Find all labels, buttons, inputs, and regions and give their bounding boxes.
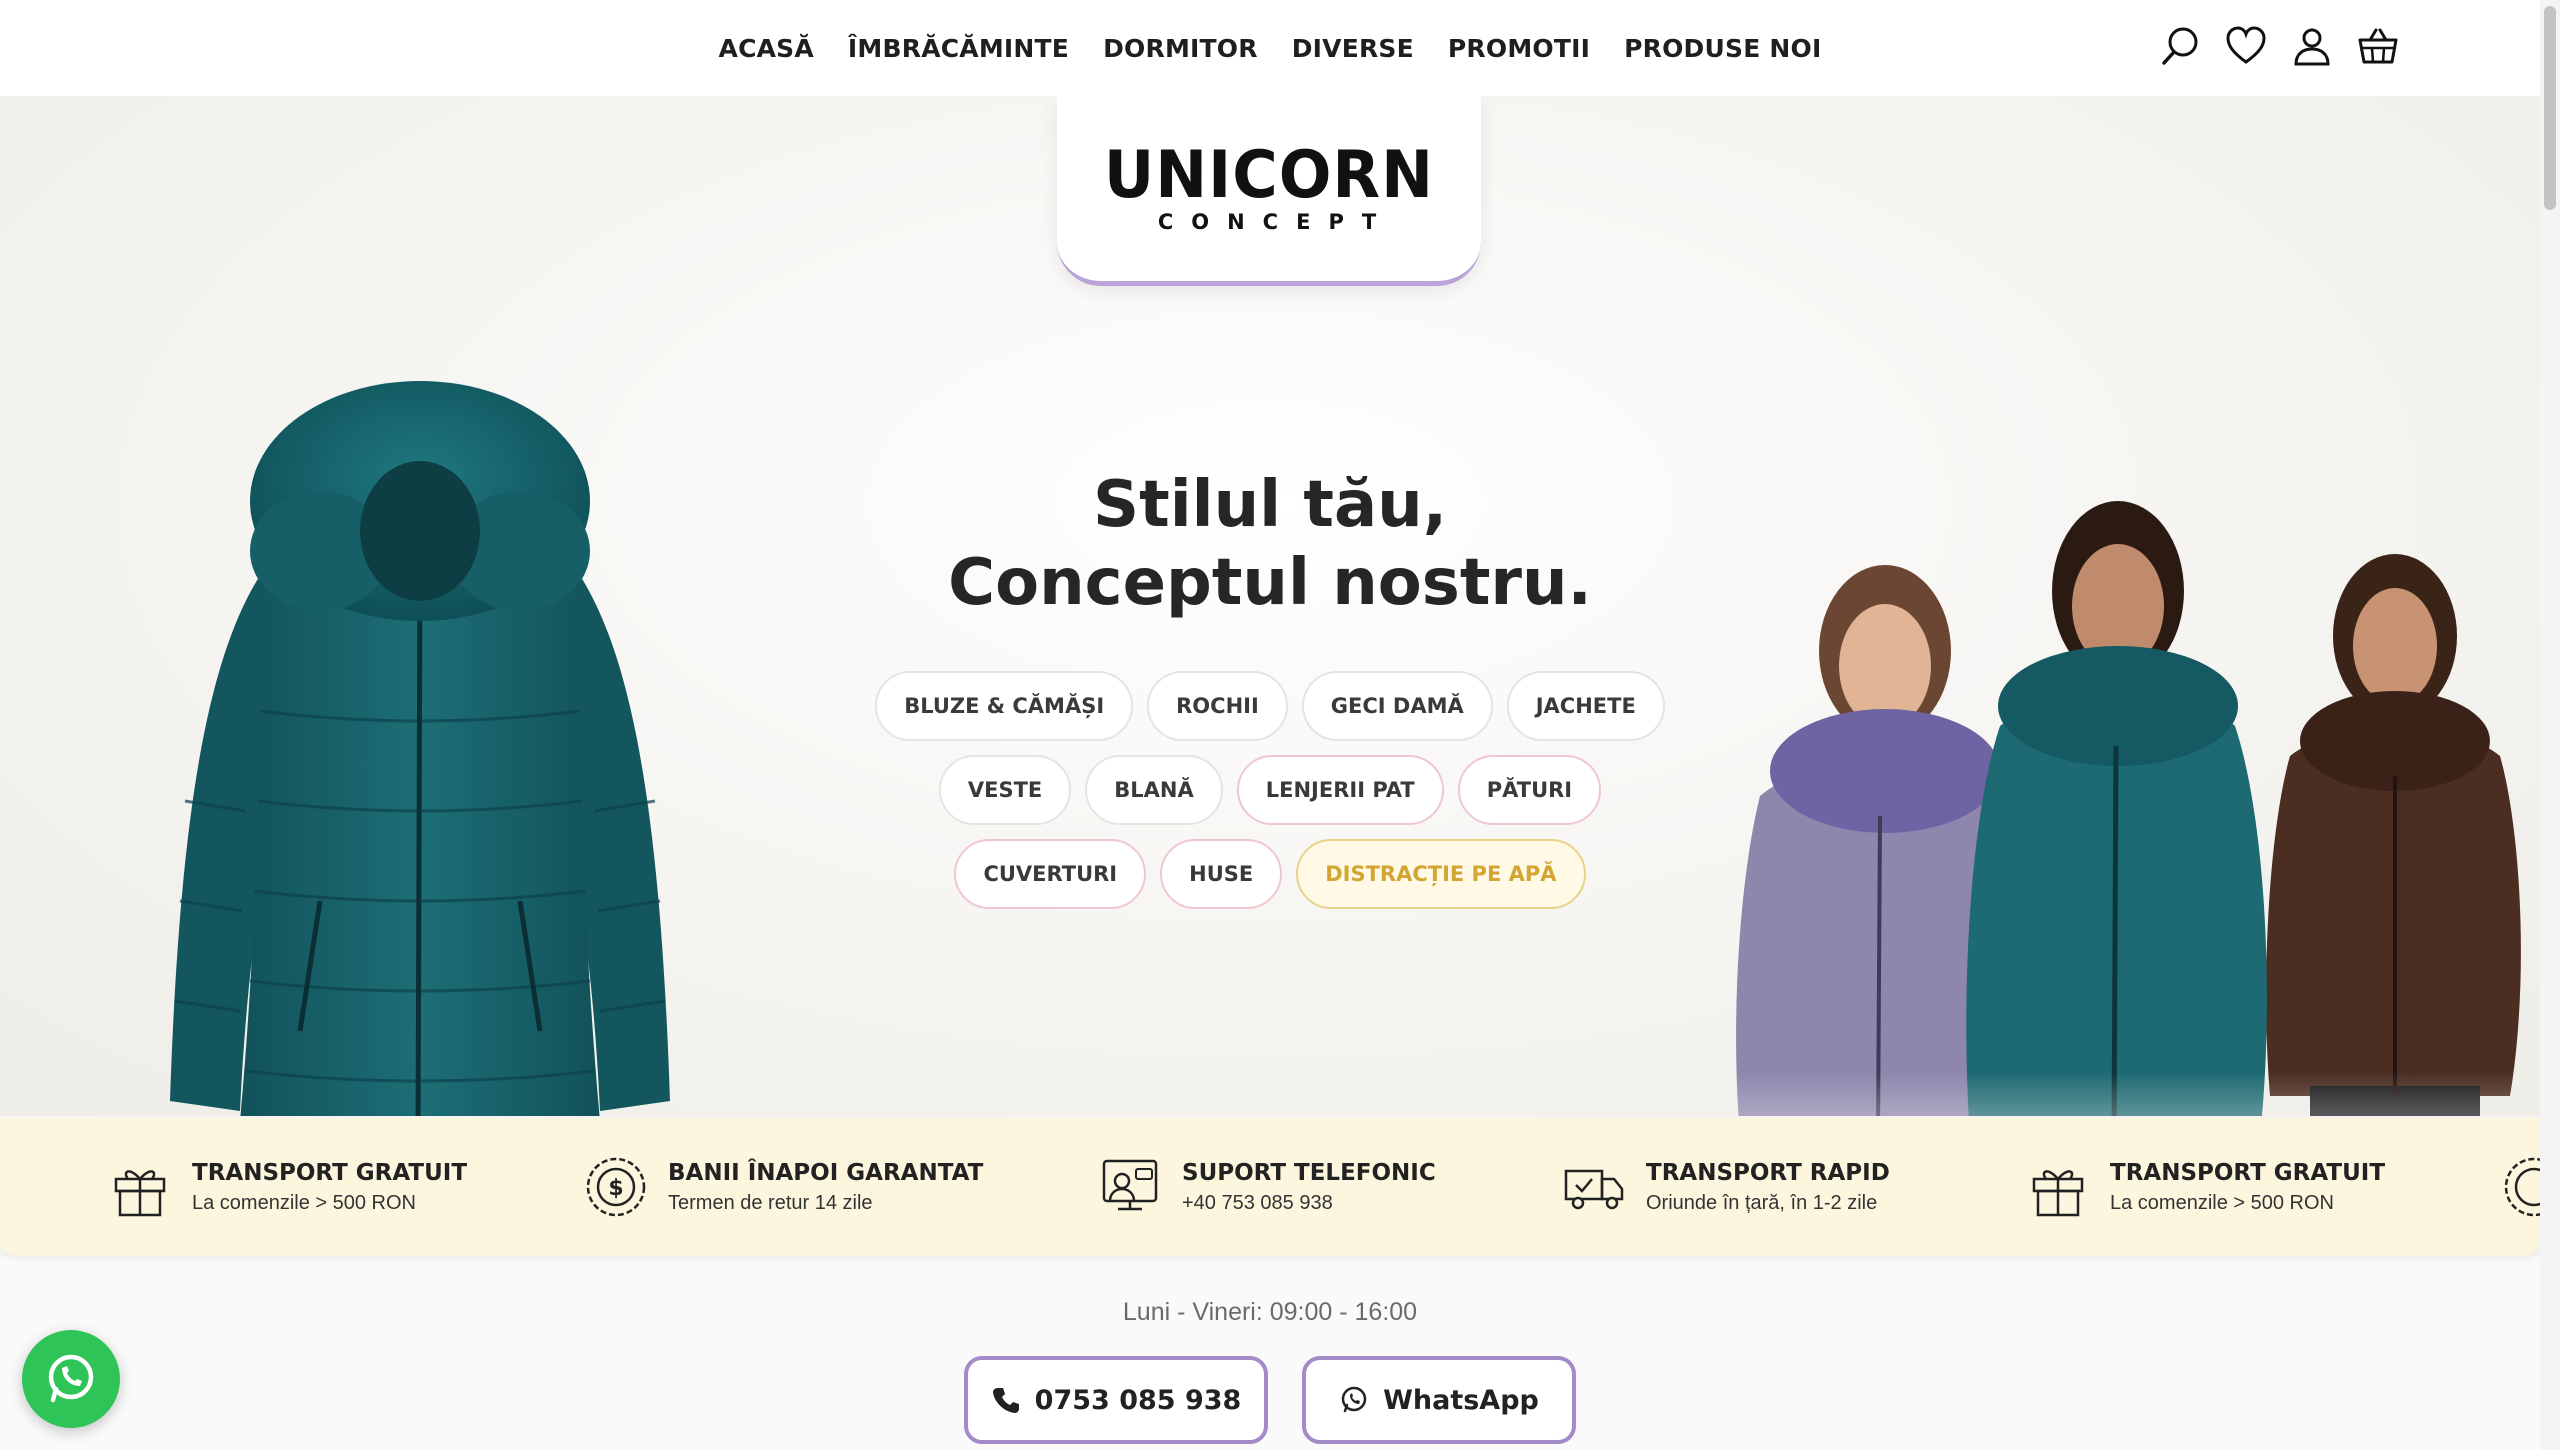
svg-text:$: $ [608, 1176, 623, 1201]
basket-icon[interactable] [2356, 24, 2400, 68]
feature-subtitle: Oriunde în țară, în 1-2 zile [1646, 1191, 1878, 1214]
feature-suport-telefonic: SUPORT TELEFONIC +40 753 085 938 [1098, 1118, 1436, 1256]
feature-subtitle: Termen de retur 14 zile [668, 1191, 873, 1214]
user-icon[interactable] [2290, 24, 2334, 68]
logo-main-text: UNICORN [1103, 135, 1435, 213]
nav-item-acasa[interactable]: ACASĂ [719, 34, 814, 63]
gift-icon [2026, 1155, 2090, 1219]
opening-hours: Luni - Vineri: 09:00 - 16:00 [1122, 1298, 1418, 1326]
search-icon[interactable] [2158, 24, 2202, 68]
feature-title: TRANSPORT GRATUIT [2110, 1159, 2386, 1186]
feature-title: SUPORT TELEFONIC [1182, 1159, 1436, 1186]
chip-paturi[interactable]: PĂTURI [1457, 755, 1602, 825]
whatsapp-button-label: WhatsApp [1383, 1384, 1539, 1416]
call-phone-button[interactable]: 0753 085 938 [964, 1356, 1268, 1444]
header-actions [2158, 24, 2400, 68]
feature-transport-gratuit: TRANSPORT GRATUIT La comenzile > 500 RON [108, 1118, 467, 1256]
logo-sub-text: CONCEPT [1157, 209, 1395, 234]
chip-cuverturi[interactable]: CUVERTURI [954, 839, 1147, 909]
whatsapp-icon [1341, 1386, 1367, 1413]
features-strip: TRANSPORT GRATUIT La comenzile > 500 RON… [0, 1118, 2540, 1256]
contact-section: Luni - Vineri: 09:00 - 16:00 0753 085 93… [0, 1256, 2540, 1450]
whatsapp-button[interactable]: WhatsApp [1302, 1356, 1576, 1444]
scrollbar-thumb[interactable] [2544, 6, 2556, 210]
feature-transport-gratuit-repeat: TRANSPORT GRATUIT La comenzile > 500 RON [2026, 1118, 2385, 1256]
top-navigation-bar: ACASĂ ÎMBRĂCĂMINTE DORMITOR DIVERSE PROM… [0, 0, 2540, 96]
feature-transport-rapid: TRANSPORT RAPID Oriunde în țară, în 1-2 … [1562, 1118, 1890, 1256]
chip-lenjerii-pat[interactable]: LENJERII PAT [1236, 755, 1444, 825]
feature-subtitle: +40 753 085 938 [1182, 1191, 1333, 1214]
nav-item-dormitor[interactable]: DORMITOR [1103, 34, 1258, 63]
gift-icon [108, 1155, 172, 1219]
chip-veste[interactable]: VESTE [938, 755, 1072, 825]
floating-whatsapp-button[interactable] [22, 1330, 120, 1428]
phone-icon [992, 1388, 1019, 1413]
category-chips: BLUZE & CĂMĂȘI ROCHII GECI DAMĂ JACHETE … [860, 671, 1680, 909]
support-icon [1098, 1155, 1162, 1219]
feature-title: TRANSPORT RAPID [1646, 1159, 1890, 1186]
chip-bluze-camasi[interactable]: BLUZE & CĂMĂȘI [875, 671, 1134, 741]
nav-item-imbracaminte[interactable]: ÎMBRĂCĂMINTE [848, 34, 1069, 63]
headline-line-1: Stilul tău, [1093, 468, 1447, 542]
feature-subtitle: La comenzile > 500 RON [192, 1191, 417, 1214]
feature-subtitle: La comenzile > 500 RON [2110, 1191, 2335, 1214]
headline-line-2: Conceptul nostru. [948, 546, 1592, 620]
chip-geci-dama[interactable]: GECI DAMĂ [1301, 671, 1493, 741]
heart-icon[interactable] [2224, 24, 2268, 68]
whatsapp-icon [48, 1354, 94, 1403]
hero-headline: Stilul tău, Conceptul nostru. [0, 466, 2540, 622]
nav-item-diverse[interactable]: DIVERSE [1292, 34, 1414, 63]
phone-button-label: 0753 085 938 [1034, 1384, 1242, 1416]
truck-icon [1562, 1155, 1626, 1219]
chip-blana[interactable]: BLANĂ [1085, 755, 1223, 825]
feature-title: BANII ÎNAPOI GARANTAT [668, 1159, 984, 1186]
chip-distractie-pe-apa[interactable]: DISTRACȚIE PE APĂ [1296, 839, 1586, 909]
feature-title: TRANSPORT GRATUIT [192, 1159, 468, 1186]
chip-rochii[interactable]: ROCHII [1147, 671, 1288, 741]
hero-section: UNICORN CONCEPT Stilul tău, Conceptul no… [0, 96, 2540, 1116]
chip-jachete[interactable]: JACHETE [1506, 671, 1665, 741]
chip-huse[interactable]: HUSE [1160, 839, 1283, 909]
feature-banii-inapoi: $ BANII ÎNAPOI GARANTAT Termen de retur … [584, 1118, 983, 1256]
nav-item-promotii[interactable]: PROMOTII [1448, 34, 1590, 63]
money-back-icon [2502, 1118, 2540, 1256]
money-back-icon: $ [584, 1155, 648, 1219]
brand-logo[interactable]: UNICORN CONCEPT [1057, 96, 1481, 286]
page-scrollbar[interactable] [2540, 0, 2560, 1450]
nav-item-produse-noi[interactable]: PRODUSE NOI [1624, 34, 1821, 63]
